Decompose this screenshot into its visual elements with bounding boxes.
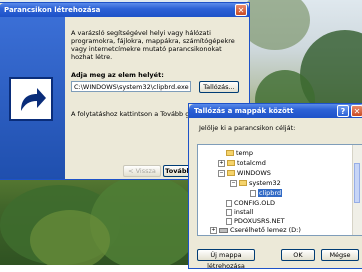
new-folder-button[interactable]: Új mappa létrehozása <box>197 249 255 270</box>
wizard-titlebar[interactable]: Parancsikon létrehozása ✕ <box>0 3 249 17</box>
tree-item-totalcmd[interactable]: + totalcmd <box>218 159 266 168</box>
tree-item-system32[interactable]: − system32 <box>230 179 281 188</box>
location-label: Adja meg az elem helyét: <box>71 71 164 79</box>
application-icon <box>250 189 256 197</box>
selected-item-label: clipbrd <box>258 189 283 197</box>
ok-button[interactable]: OK <box>281 249 315 261</box>
tree-item-install[interactable]: install <box>226 208 253 217</box>
close-icon[interactable]: ✕ <box>351 105 362 117</box>
collapse-icon[interactable]: − <box>230 179 237 187</box>
browse-button[interactable]: Tallózás... <box>199 81 239 93</box>
tree-item-windows[interactable]: − WINDOWS <box>218 169 271 178</box>
tree-item-config-old[interactable]: CONFIG.OLD <box>226 199 275 208</box>
expand-icon[interactable]: + <box>210 226 217 234</box>
drive-icon <box>219 227 228 233</box>
tree-item-clipbrd[interactable]: clipbrd <box>250 189 283 198</box>
file-icon <box>226 217 232 225</box>
folder-icon <box>226 150 234 156</box>
scrollbar-thumb[interactable] <box>354 163 360 203</box>
file-icon <box>226 208 232 216</box>
browse-title: Tallózás a mappák között <box>194 107 294 115</box>
folder-icon <box>227 170 235 176</box>
back-button[interactable]: < Vissza <box>123 165 161 177</box>
folder-icon <box>227 160 235 166</box>
wizard-intro-text: A varázsló segítségével helyi vagy hálóz… <box>71 29 235 61</box>
close-icon[interactable]: ✕ <box>235 4 247 16</box>
browse-folder-dialog: Tallózás a mappák között ? ✕ Jelölje ki … <box>188 103 362 270</box>
wizard-side-panel <box>0 17 65 179</box>
file-icon <box>226 199 232 207</box>
folder-icon <box>239 180 247 186</box>
browse-instruction: Jelölje ki a parancsikon célját: <box>199 124 296 132</box>
shortcut-arrow-icon <box>9 77 53 121</box>
cancel-button[interactable]: Mégse <box>321 249 359 261</box>
collapse-icon[interactable]: − <box>218 169 225 177</box>
folder-tree[interactable]: temp + totalcmd − WINDOWS − system32 clipbr… <box>197 144 362 236</box>
tree-scrollbar[interactable] <box>352 145 362 235</box>
wizard-title: Parancsikon létrehozása <box>4 6 101 14</box>
browse-titlebar[interactable]: Tallózás a mappák között ? ✕ <box>189 104 362 118</box>
tree-item-temp[interactable]: temp <box>226 149 253 158</box>
tree-item-pdoxusrs[interactable]: PDOXUSRS.NET <box>226 217 285 226</box>
location-input[interactable]: C:\WINDOWS\system32\clipbrd.exe <box>71 81 191 92</box>
expand-icon[interactable]: + <box>218 159 225 167</box>
help-icon[interactable]: ? <box>337 105 349 117</box>
tree-item-removable-drive[interactable]: + Cserélhető lemez (D:) <box>210 226 301 235</box>
